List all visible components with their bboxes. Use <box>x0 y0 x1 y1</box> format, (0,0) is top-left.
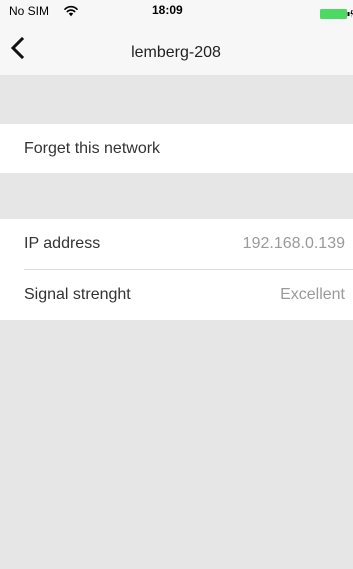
status-bar: No SIM 18:09 <box>0 0 353 22</box>
signal-strength-label: Signal strenght <box>24 286 131 303</box>
forget-network-label: Forget this network <box>24 140 161 157</box>
wifi-network-detail-screen: No SIM 18:09 lemberg-208 Forget this net… <box>0 0 353 569</box>
ip-address-value: 192.168.0.139 <box>242 235 345 252</box>
forget-network-button[interactable]: Forget this network <box>0 124 353 173</box>
network-info-list: IP address 192.168.0.139 Signal strenght… <box>0 219 353 320</box>
carrier-label: No SIM <box>9 4 50 18</box>
ip-address-row: IP address 192.168.0.139 <box>0 219 353 270</box>
ip-address-label: IP address <box>24 235 101 252</box>
clock-time: 18:09 <box>152 3 183 17</box>
wifi-icon <box>64 4 78 17</box>
page-title: lemberg-208 <box>131 44 221 61</box>
navigation-bar: lemberg-208 <box>0 22 353 75</box>
back-button[interactable] <box>8 33 36 63</box>
signal-strength-value: Excellent <box>280 286 345 303</box>
chevron-left-icon <box>10 36 25 60</box>
signal-strength-row: Signal strenght Excellent <box>0 270 353 320</box>
battery-icon <box>320 6 353 19</box>
header: No SIM 18:09 lemberg-208 <box>0 0 353 75</box>
